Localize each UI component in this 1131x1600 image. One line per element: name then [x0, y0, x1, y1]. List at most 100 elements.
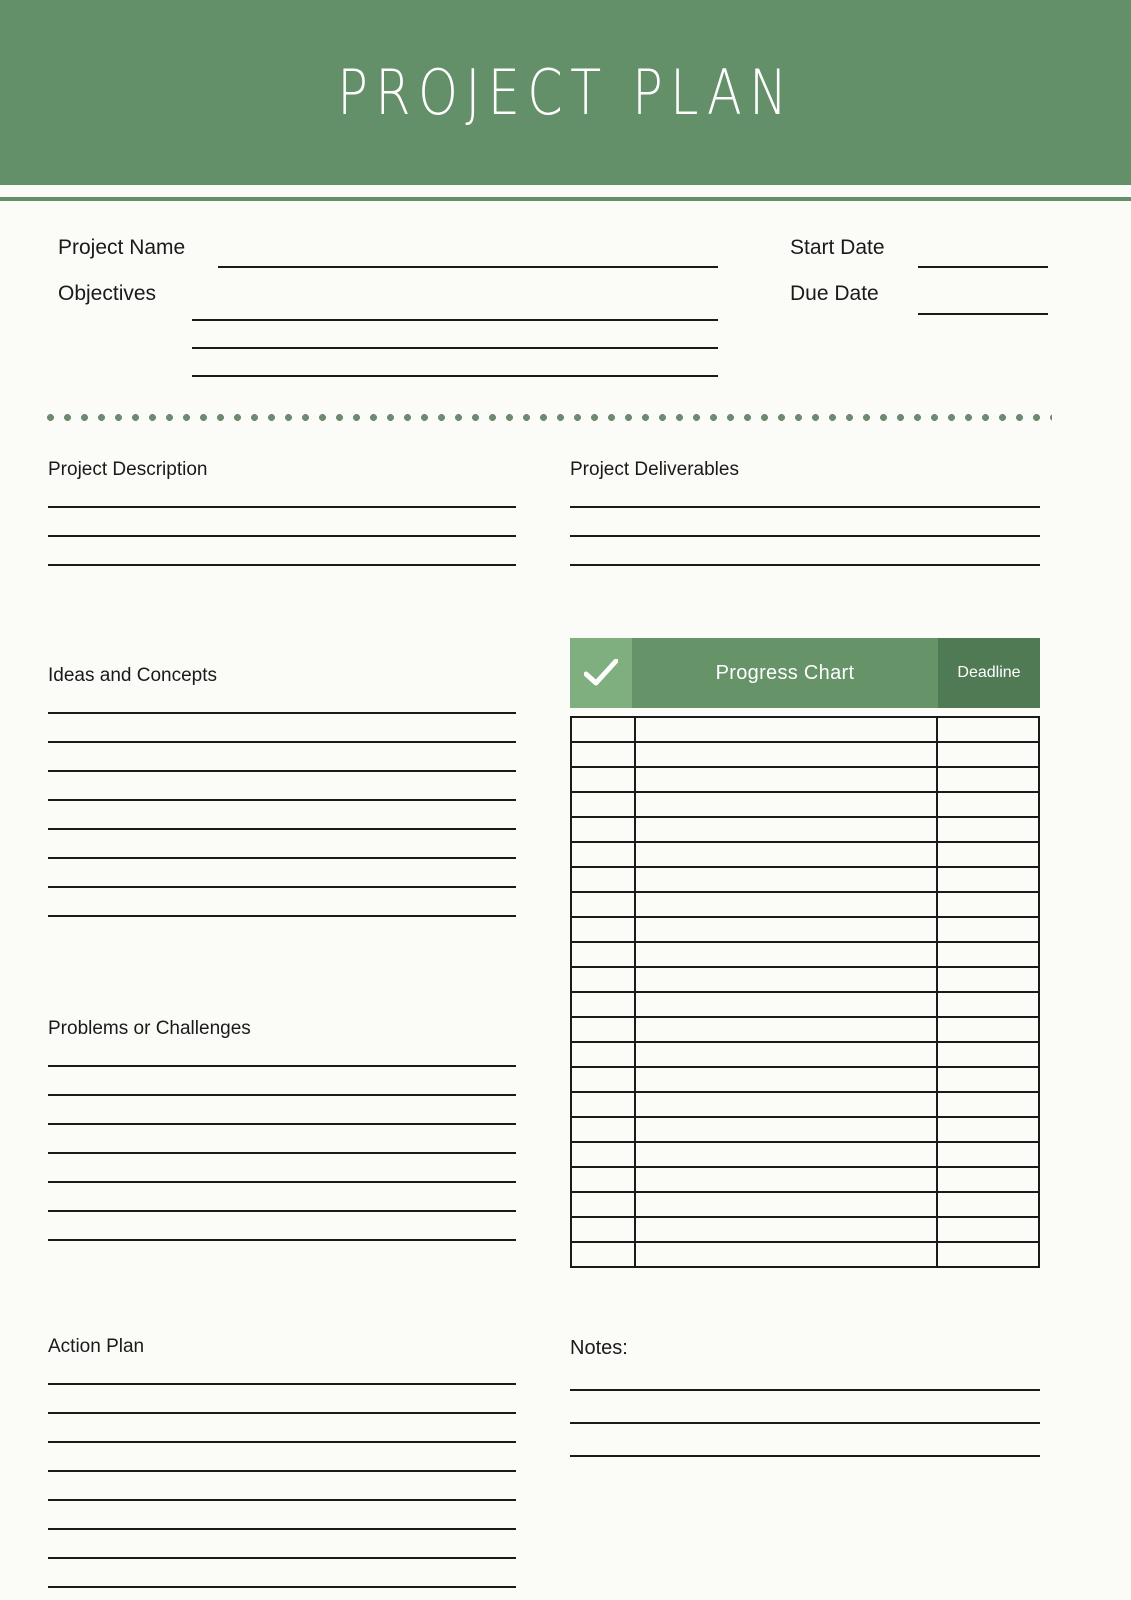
row-task-cell[interactable]: [634, 791, 938, 818]
row-check-cell[interactable]: [570, 1241, 636, 1268]
row-check-cell[interactable]: [570, 716, 636, 743]
table-row[interactable]: [570, 966, 1040, 993]
table-row[interactable]: [570, 866, 1040, 893]
row-check-cell[interactable]: [570, 866, 636, 893]
table-row[interactable]: [570, 766, 1040, 793]
row-check-cell[interactable]: [570, 766, 636, 793]
writing-line[interactable]: [48, 712, 516, 714]
table-row[interactable]: [570, 991, 1040, 1018]
row-check-cell[interactable]: [570, 1066, 636, 1093]
row-task-cell[interactable]: [634, 1066, 938, 1093]
row-check-cell[interactable]: [570, 1166, 636, 1193]
writing-line[interactable]: [48, 1181, 516, 1183]
writing-line[interactable]: [570, 1455, 1040, 1457]
row-deadline-cell[interactable]: [936, 1141, 1040, 1168]
row-task-cell[interactable]: [634, 866, 938, 893]
writing-line[interactable]: [570, 1422, 1040, 1424]
writing-line[interactable]: [48, 1557, 516, 1559]
writing-line[interactable]: [48, 857, 516, 859]
writing-line[interactable]: [48, 506, 516, 508]
row-deadline-cell[interactable]: [936, 1191, 1040, 1218]
row-deadline-cell[interactable]: [936, 1166, 1040, 1193]
writing-line[interactable]: [570, 535, 1040, 537]
objectives-input-line[interactable]: [192, 375, 718, 377]
row-task-cell[interactable]: [634, 1141, 938, 1168]
row-check-cell[interactable]: [570, 1191, 636, 1218]
row-check-cell[interactable]: [570, 1016, 636, 1043]
row-check-cell[interactable]: [570, 791, 636, 818]
row-deadline-cell[interactable]: [936, 891, 1040, 918]
writing-line[interactable]: [48, 1441, 516, 1443]
row-deadline-cell[interactable]: [936, 1241, 1040, 1268]
writing-line[interactable]: [48, 1528, 516, 1530]
row-check-cell[interactable]: [570, 1041, 636, 1068]
row-task-cell[interactable]: [634, 1216, 938, 1243]
writing-line[interactable]: [48, 1383, 516, 1385]
row-deadline-cell[interactable]: [936, 741, 1040, 768]
objectives-input-line[interactable]: [192, 347, 718, 349]
writing-line[interactable]: [48, 1586, 516, 1588]
table-row[interactable]: [570, 941, 1040, 968]
table-row[interactable]: [570, 891, 1040, 918]
table-row[interactable]: [570, 716, 1040, 743]
row-task-cell[interactable]: [634, 1091, 938, 1118]
row-deadline-cell[interactable]: [936, 1091, 1040, 1118]
row-deadline-cell[interactable]: [936, 916, 1040, 943]
writing-line[interactable]: [48, 886, 516, 888]
row-task-cell[interactable]: [634, 766, 938, 793]
row-deadline-cell[interactable]: [936, 716, 1040, 743]
writing-line[interactable]: [570, 1389, 1040, 1391]
writing-line[interactable]: [570, 564, 1040, 566]
row-deadline-cell[interactable]: [936, 1016, 1040, 1043]
writing-line[interactable]: [48, 770, 516, 772]
writing-line[interactable]: [48, 828, 516, 830]
row-task-cell[interactable]: [634, 941, 938, 968]
table-row[interactable]: [570, 841, 1040, 868]
writing-line[interactable]: [48, 1412, 516, 1414]
row-task-cell[interactable]: [634, 1016, 938, 1043]
table-row[interactable]: [570, 1016, 1040, 1043]
table-row[interactable]: [570, 1191, 1040, 1218]
objectives-input-line[interactable]: [192, 319, 718, 321]
writing-line[interactable]: [48, 535, 516, 537]
due-date-input-line[interactable]: [918, 313, 1048, 315]
row-deadline-cell[interactable]: [936, 791, 1040, 818]
row-task-cell[interactable]: [634, 816, 938, 843]
row-task-cell[interactable]: [634, 966, 938, 993]
row-check-cell[interactable]: [570, 991, 636, 1018]
row-check-cell[interactable]: [570, 966, 636, 993]
project-name-input-line[interactable]: [218, 266, 718, 268]
row-task-cell[interactable]: [634, 841, 938, 868]
row-deadline-cell[interactable]: [936, 966, 1040, 993]
row-task-cell[interactable]: [634, 1041, 938, 1068]
writing-line[interactable]: [48, 564, 516, 566]
writing-line[interactable]: [48, 1239, 516, 1241]
row-task-cell[interactable]: [634, 741, 938, 768]
row-deadline-cell[interactable]: [936, 941, 1040, 968]
writing-line[interactable]: [48, 741, 516, 743]
row-check-cell[interactable]: [570, 1216, 636, 1243]
row-deadline-cell[interactable]: [936, 766, 1040, 793]
row-task-cell[interactable]: [634, 916, 938, 943]
table-row[interactable]: [570, 1066, 1040, 1093]
row-task-cell[interactable]: [634, 1191, 938, 1218]
table-row[interactable]: [570, 816, 1040, 843]
row-check-cell[interactable]: [570, 816, 636, 843]
writing-line[interactable]: [48, 1470, 516, 1472]
writing-line[interactable]: [48, 1210, 516, 1212]
row-check-cell[interactable]: [570, 1141, 636, 1168]
row-task-cell[interactable]: [634, 1116, 938, 1143]
writing-line[interactable]: [48, 1152, 516, 1154]
row-deadline-cell[interactable]: [936, 991, 1040, 1018]
start-date-input-line[interactable]: [918, 266, 1048, 268]
table-row[interactable]: [570, 1216, 1040, 1243]
table-row[interactable]: [570, 1141, 1040, 1168]
table-row[interactable]: [570, 741, 1040, 768]
table-row[interactable]: [570, 1091, 1040, 1118]
writing-line[interactable]: [48, 1065, 516, 1067]
row-check-cell[interactable]: [570, 1116, 636, 1143]
row-deadline-cell[interactable]: [936, 841, 1040, 868]
row-check-cell[interactable]: [570, 741, 636, 768]
row-deadline-cell[interactable]: [936, 866, 1040, 893]
writing-line[interactable]: [48, 1499, 516, 1501]
